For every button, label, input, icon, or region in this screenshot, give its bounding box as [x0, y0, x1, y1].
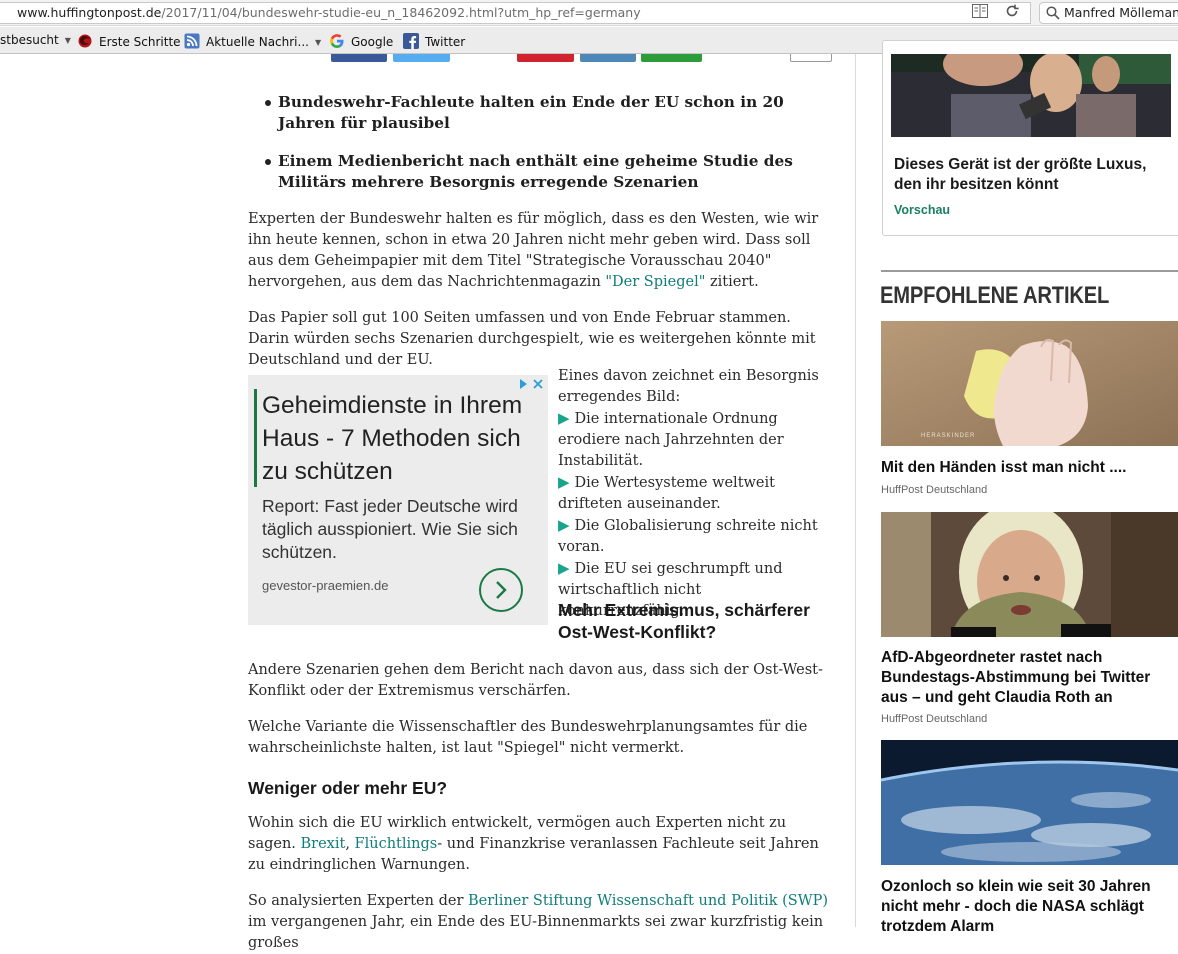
text: Die Globalisierung schreite nicht voran. — [558, 518, 818, 555]
ad-headline[interactable]: Geheimdienste in Ihrem Haus - 7 Methoden… — [262, 389, 542, 488]
bookmark-label: Google — [351, 35, 394, 49]
share-more-button[interactable] — [790, 54, 832, 62]
text: zitiert. — [705, 274, 759, 290]
scenario-intro: Eines davon zeichnet ein Besorgnis erreg… — [558, 368, 819, 405]
url-host: www.huffingtonpost.de — [17, 5, 162, 20]
chevron-down-icon: ▼ — [64, 36, 71, 45]
promo-title[interactable]: Dieses Gerät ist der größte Luxus, den i… — [894, 155, 1178, 195]
ad-body: Report: Fast jeder Deutsche wird täglich… — [262, 496, 518, 562]
bullet-item: Bundeswehr-Fachleute halten ein Ende der… — [248, 92, 832, 134]
scenario-list: Eines davon zeichnet ein Besorgnis erreg… — [558, 366, 832, 622]
play-triangle-icon: ▶ — [558, 516, 570, 534]
text: , — [345, 836, 355, 852]
promo-preview-link[interactable]: Vorschau — [894, 203, 950, 217]
paragraph-2: Das Papier soll gut 100 Seiten umfassen … — [248, 310, 816, 368]
bookmark-label: Erste Schritte — [99, 35, 181, 49]
share-twitter-button[interactable] — [393, 54, 450, 62]
rss-icon — [184, 33, 200, 49]
link-brexit[interactable]: Brexit — [301, 836, 346, 852]
recommended-title-3[interactable]: Ozonloch so klein wie seit 30 Jahren nic… — [881, 877, 1178, 937]
subheading-eu: Weniger oder mehr EU? — [248, 778, 448, 798]
advertisement[interactable]: Geheimdienste in Ihrem Haus - 7 Methoden… — [248, 375, 548, 625]
bookmark-label: Twitter — [425, 35, 466, 49]
link-der-spiegel[interactable]: "Der Spiegel" — [605, 274, 705, 290]
play-triangle-icon: ▶ — [558, 473, 570, 491]
ad-arrow-button[interactable] — [479, 568, 523, 612]
article-image-hand[interactable]: HERASKINDER — [881, 321, 1178, 446]
bookmark-label: Aktuelle Nachri... — [206, 35, 309, 49]
bookmark-twitter[interactable]: Twitter — [403, 33, 465, 49]
article-bullets: Bundeswehr-Fachleute halten ein Ende der… — [248, 92, 832, 210]
chevron-down-icon: ▼ — [314, 38, 322, 47]
column-divider — [855, 54, 856, 927]
recommended-source-1: HuffPost Deutschland — [881, 484, 988, 496]
reload-icon[interactable] — [1004, 3, 1020, 19]
share-facebook-button[interactable] — [331, 54, 387, 62]
paragraph-1: Experten der Bundeswehr halten es für mö… — [248, 209, 832, 293]
share-email-button[interactable] — [580, 54, 636, 62]
promo-photo-family[interactable] — [891, 54, 1171, 137]
search-value: Manfred Möllemann — [1064, 5, 1178, 20]
google-icon — [330, 34, 344, 48]
reader-view-icon[interactable] — [972, 4, 988, 18]
bookmark-aktuelle-nachrichten[interactable]: Aktuelle Nachri... ▼ — [184, 33, 321, 49]
link-fluechtlings[interactable]: Flüchtlings — [355, 836, 438, 852]
article-image-portrait[interactable] — [881, 512, 1178, 637]
share-whatsapp-button[interactable] — [641, 54, 702, 62]
bookmark-erste-schritte[interactable]: Erste Schritte — [77, 33, 181, 49]
search-input[interactable]: Manfred Möllemann — [1039, 2, 1178, 24]
bullet-item: Einem Medienbericht nach enthält eine ge… — [248, 151, 832, 193]
scenario-item: ▶ Die internationale Ordnung erodiere nac… — [558, 408, 832, 472]
ad-accent-bar — [254, 389, 257, 487]
text: im vergangenen Jahr, ein Ende des EU-Bin… — [248, 914, 824, 951]
subheading-extremismus: Mehr Extremismus, schärferer Ost-West-Ko… — [558, 600, 810, 642]
text: Die internationale Ordnung erodiere nach… — [558, 411, 784, 469]
recommended-source-2: HuffPost Deutschland — [881, 713, 988, 725]
article-image-earth[interactable] — [881, 740, 1178, 865]
text: So analysierten Experten der — [248, 893, 468, 909]
browser-toolbar: www.huffingtonpost.de/2017/11/04/bundesw… — [0, 0, 1178, 26]
paragraph-6: So analysierten Experten der Berliner St… — [248, 891, 832, 954]
bookmark-label: stbesucht — [0, 33, 59, 47]
paragraph-3: Andere Szenarien gehen dem Bericht nach … — [248, 662, 823, 699]
text: Die Wertesysteme weltweit drifteten ause… — [558, 475, 775, 512]
bookmark-google[interactable]: Google — [329, 33, 393, 49]
section-divider — [881, 270, 1178, 272]
play-triangle-icon: ▶ — [558, 559, 570, 577]
recommended-heading: EMPFOHLENE ARTIKEL — [880, 282, 1110, 309]
scenario-item: ▶ Die Globalisierung schreite nicht voran… — [558, 515, 832, 558]
bookmark-most-visited[interactable]: stbesucht ▼ — [0, 33, 71, 49]
address-bar[interactable]: www.huffingtonpost.de/2017/11/04/bundesw… — [0, 2, 1031, 24]
link-swp[interactable]: Berliner Stiftung Wissenschaft und Polit… — [468, 893, 828, 909]
recommended-title-1[interactable]: Mit den Händen isst man nicht .... — [881, 458, 1178, 478]
recommended-title-2[interactable]: AfD-Abgeordneter rastet nach Bundestags-… — [881, 648, 1178, 708]
paragraph-5: Wohin sich die EU wirklich entwickelt, v… — [248, 813, 832, 876]
ad-domain: gevestor-praemien.de — [262, 578, 389, 593]
chevron-right-icon — [496, 581, 507, 599]
play-triangle-icon: ▶ — [558, 409, 570, 427]
paragraph-4: Welche Variante die Wissenschaftler des … — [248, 719, 808, 756]
image-watermark: HERASKINDER — [921, 433, 975, 439]
facebook-icon — [403, 33, 419, 49]
url-path: /2017/11/04/bundeswehr-studie-eu_n_18462… — [161, 5, 641, 20]
share-pinterest-button[interactable] — [517, 54, 574, 62]
scenario-item: ▶ Die Wertesysteme weltweit drifteten aus… — [558, 472, 832, 515]
search-icon — [1046, 6, 1060, 20]
firefox-icon — [78, 34, 92, 48]
